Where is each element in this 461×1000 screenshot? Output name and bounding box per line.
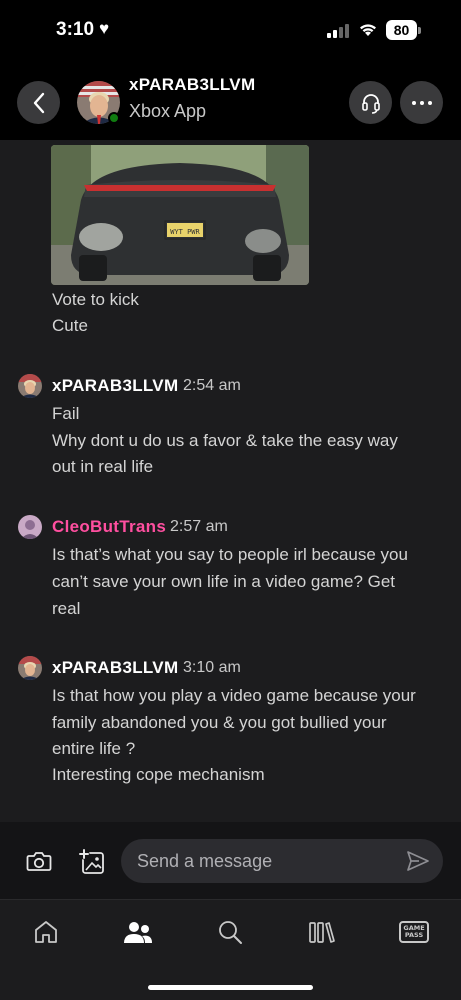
attachment-caption: Cute (52, 316, 88, 335)
battery-level: 80 (393, 22, 410, 38)
heart-icon: ♥ (99, 19, 110, 38)
message-timestamp: 2:54 am (183, 377, 241, 394)
send-icon[interactable] (405, 849, 431, 873)
author-avatar[interactable] (18, 374, 42, 398)
camera-icon[interactable] (26, 849, 52, 873)
message-text: Fail (52, 404, 80, 423)
wifi-icon (360, 24, 376, 36)
message-text: Is that how you play a video game becaus… (52, 686, 416, 705)
status-bar: 3:10 ♥ 80 (0, 0, 461, 62)
home-indicator (148, 985, 313, 990)
message-text: Why dont u do us a favor & take the easy… (52, 431, 398, 450)
back-button[interactable] (17, 81, 60, 124)
tab-home[interactable] (26, 917, 66, 947)
add-image-icon[interactable] (77, 847, 105, 875)
message-author[interactable]: xPARAB3LLVM (52, 658, 178, 678)
contact-subtitle: Xbox App (129, 101, 207, 121)
message-timestamp: 2:57 am (170, 518, 228, 535)
message-text: real (52, 599, 81, 618)
tab-search[interactable] (210, 917, 250, 947)
author-avatar[interactable] (18, 515, 42, 539)
message-text: Is that’s what you say to people irl bec… (52, 545, 408, 564)
message-composer (0, 822, 461, 900)
cellular-signal-icon (327, 24, 349, 38)
message-author[interactable]: CleoButTrans (52, 517, 166, 537)
contact-name[interactable]: xPARAB3LLVM (129, 75, 255, 95)
people-icon (124, 922, 152, 943)
svg-text:WYT PWR: WYT PWR (170, 228, 200, 236)
message-list[interactable]: WYT PWR Vote to kick Cute xPARAB3LLVM 2:… (0, 140, 461, 822)
chevron-left-icon (33, 92, 44, 113)
message-text: out in real life (52, 457, 154, 476)
tab-game-pass[interactable]: GAME PASS (394, 917, 434, 947)
tab-social[interactable] (118, 917, 158, 947)
author-avatar[interactable] (18, 656, 42, 680)
conversation-header: xPARAB3LLVM Xbox App (0, 62, 461, 140)
tab-library[interactable] (302, 917, 342, 947)
battery-indicator: 80 (386, 20, 421, 40)
shared-image-attachment[interactable]: WYT PWR (51, 145, 309, 285)
start-party-button[interactable] (349, 81, 392, 124)
search-icon (219, 921, 242, 944)
message-text: entire life ? (52, 739, 136, 758)
home-icon (35, 921, 57, 943)
message-input[interactable] (121, 839, 443, 883)
status-time: 3:10 (56, 19, 95, 40)
message-author[interactable]: xPARAB3LLVM (52, 376, 178, 396)
online-status-indicator (108, 112, 120, 124)
message-text: family abandoned you & you got bullied y… (52, 713, 387, 732)
message-text: can’t save your own life in a video game… (52, 572, 396, 591)
game-pass-icon: GAME PASS (399, 921, 429, 943)
headset-icon (361, 93, 380, 114)
library-icon (309, 922, 335, 943)
more-options-button[interactable] (400, 81, 443, 124)
message-text: Interesting cope mechanism (52, 765, 265, 784)
message-timestamp: 3:10 am (183, 659, 241, 676)
ellipsis-icon (411, 100, 432, 105)
attachment-caption: Vote to kick (52, 290, 139, 309)
